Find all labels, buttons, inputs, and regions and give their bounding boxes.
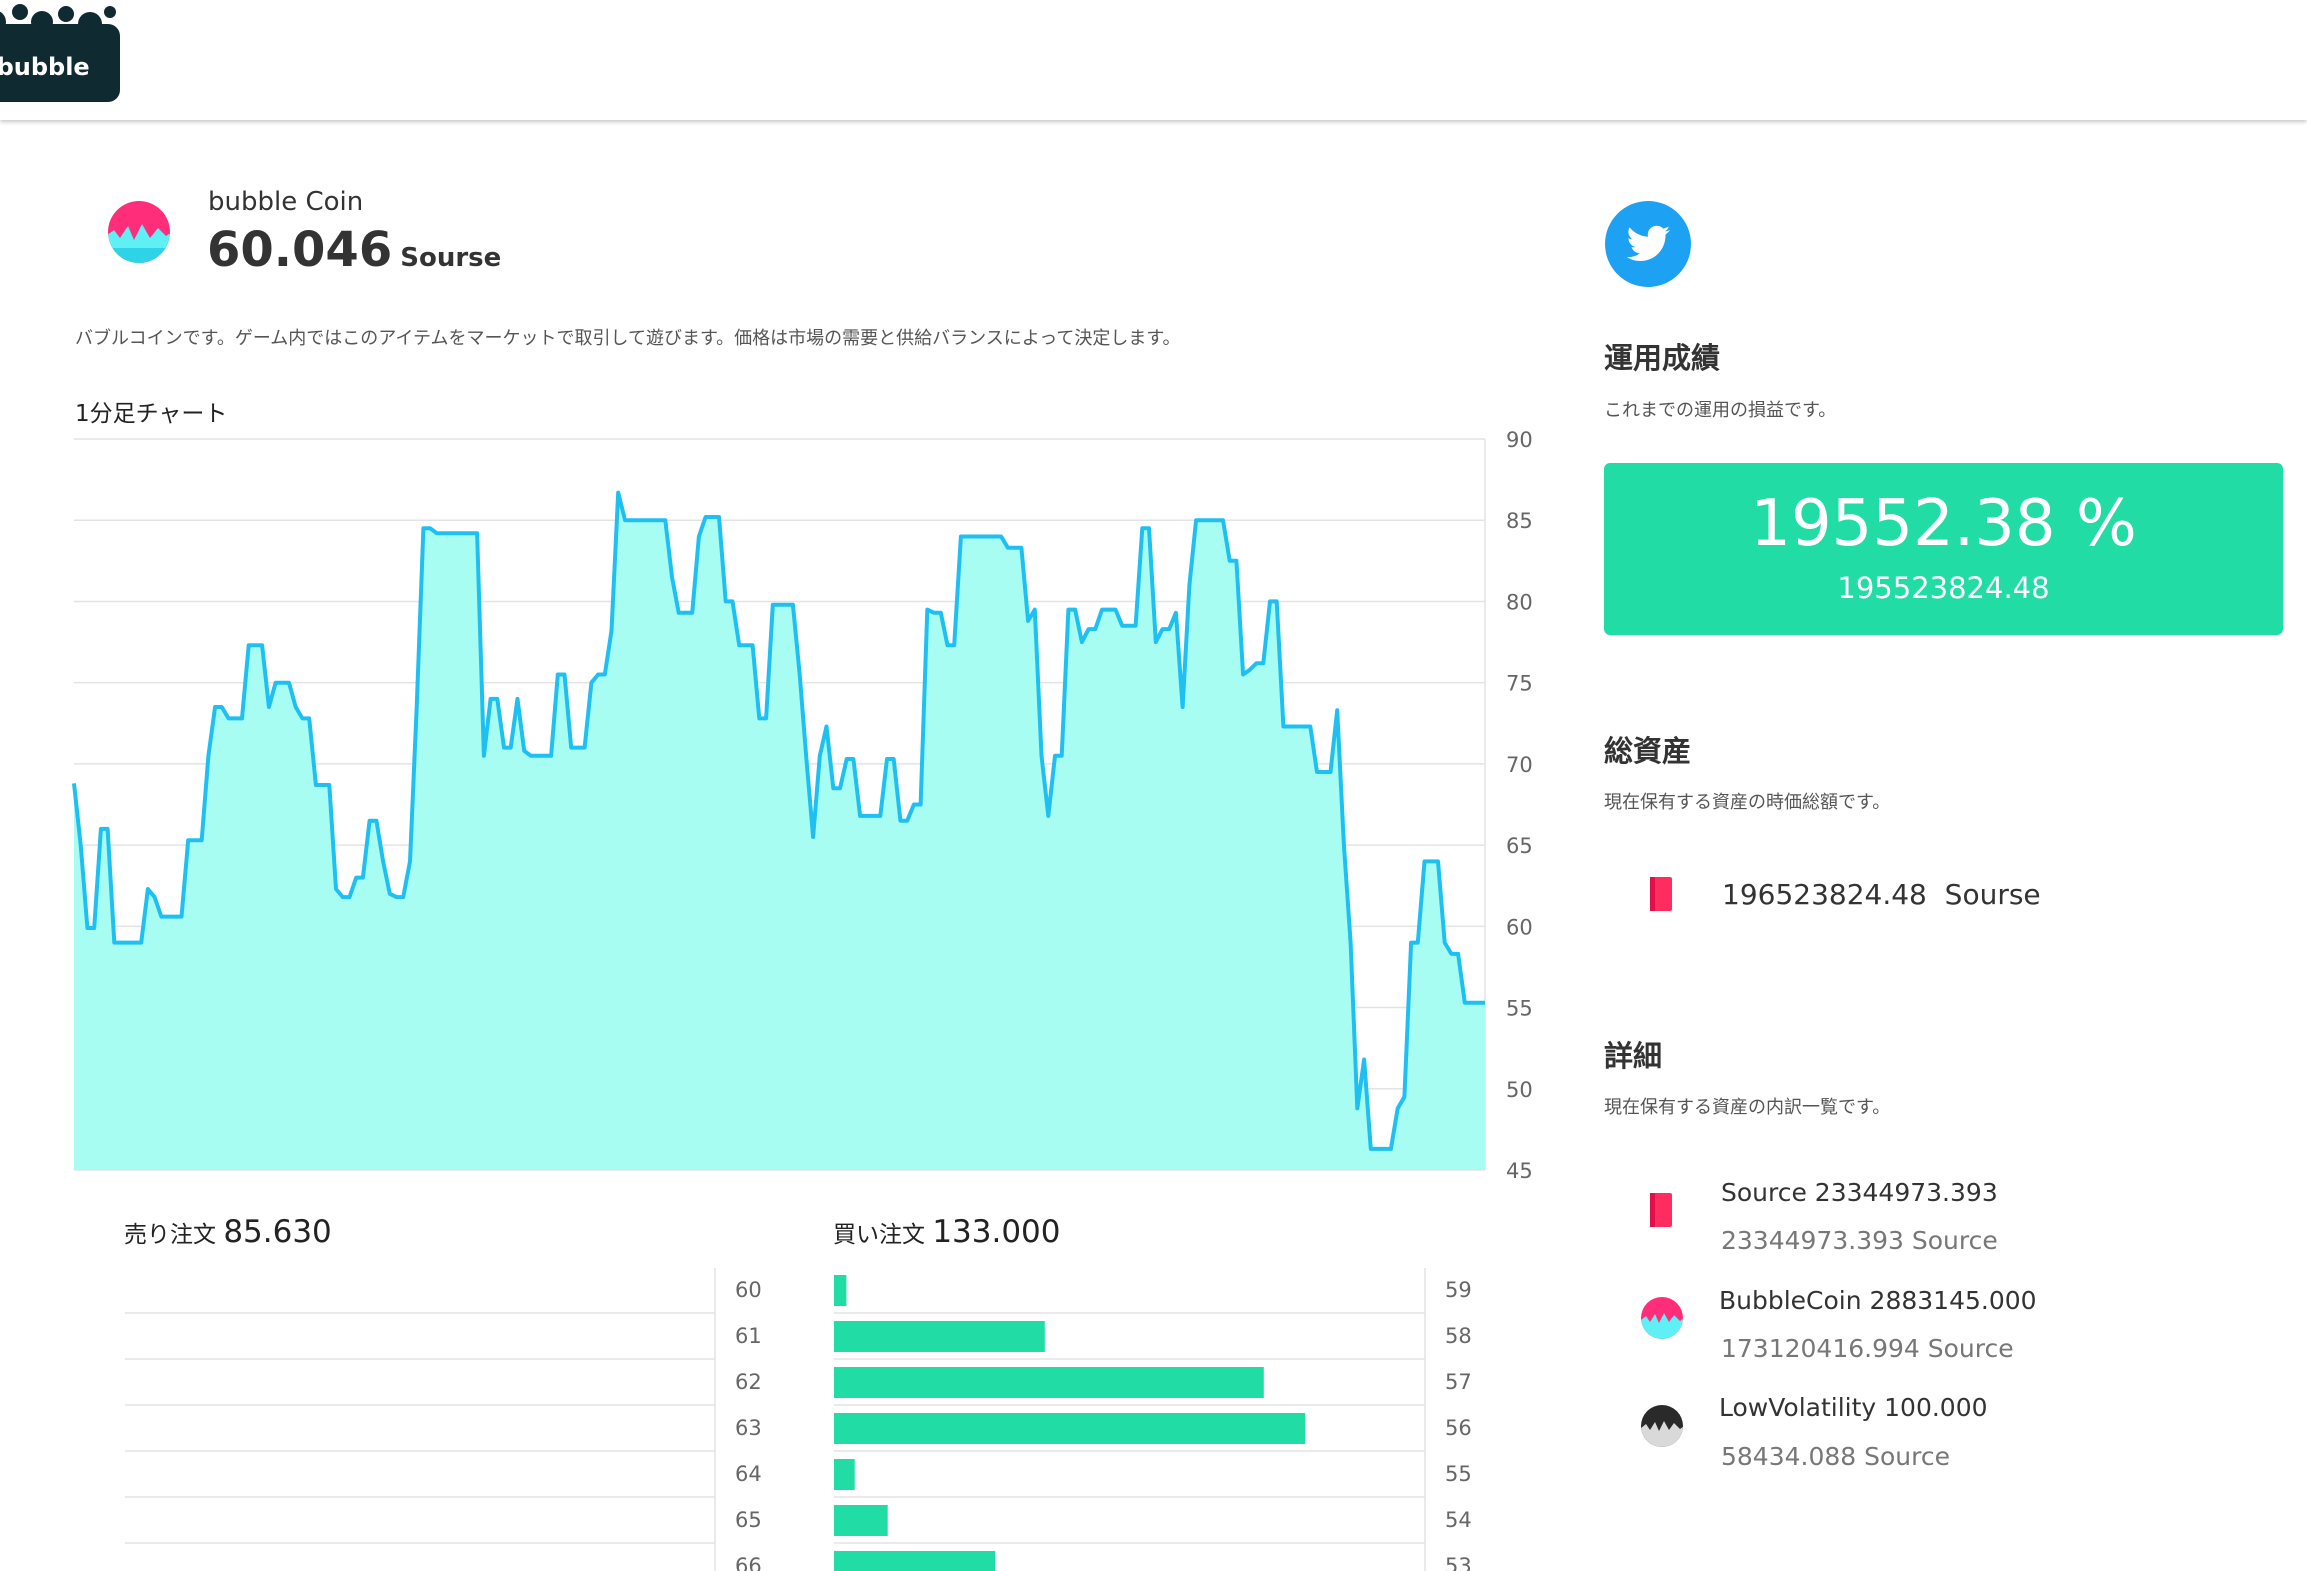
bubblecoin-icon — [1640, 1294, 1684, 1346]
y-tick-label: 70 — [1506, 753, 1533, 777]
performance-value: 195523824.48 — [1837, 571, 2050, 605]
sell-orders-total: 85.630 — [223, 1214, 332, 1250]
y-tick-label: 60 — [1506, 915, 1533, 939]
detail-item-value: 58434.088 Source — [1721, 1442, 1951, 1471]
y-tick-label: 45 — [1506, 1159, 1533, 1183]
total-assets-unit: Sourse — [1944, 878, 2041, 911]
sell-price-label: 66 — [735, 1554, 762, 1571]
sell-price-label: 64 — [735, 1462, 762, 1486]
performance-card: 19552.38 % 195523824.48 — [1604, 463, 2283, 635]
buy-price-label: 58 — [1445, 1324, 1472, 1348]
sell-price-label: 60 — [735, 1278, 762, 1302]
buy-price-label: 56 — [1445, 1416, 1472, 1440]
performance-percent: 19552.38 % — [1750, 487, 2137, 561]
bubble-coin-icon — [106, 196, 172, 270]
buy-order-bar — [834, 1367, 1264, 1398]
y-tick-label: 90 — [1506, 428, 1533, 452]
buy-order-bar — [834, 1321, 1045, 1352]
twitter-share-button[interactable] — [1604, 200, 1692, 292]
y-tick-label: 65 — [1506, 834, 1533, 858]
performance-title: 運用成績 — [1604, 341, 1721, 375]
twitter-bird-icon — [1605, 201, 1691, 287]
coin-description: バブルコインです。ゲーム内ではこのアイテムをマーケットで取引して遊びます。価格は… — [75, 328, 1181, 349]
buy-orders-label: 買い注文 — [833, 1222, 925, 1248]
sell-orders-title: 売り注文 85.630 — [124, 1214, 332, 1250]
detail-item-name: BubbleCoin 2883145.000 — [1719, 1286, 2037, 1315]
total-assets-subtitle: 現在保有する資産の時価総額です。 — [1604, 792, 1891, 813]
buy-order-bar — [834, 1275, 847, 1306]
sell-orders-label: 売り注文 — [124, 1222, 216, 1248]
buy-order-bar — [834, 1505, 888, 1536]
total-assets-amount: 196523824.48 Sourse — [1722, 878, 2041, 911]
detail-item-value: 23344973.393 Source — [1721, 1226, 1998, 1255]
buy-order-bar — [834, 1459, 855, 1490]
source-book-icon — [1648, 1192, 1674, 1232]
chart-y-axis-ticks: 90 85 80 75 70 65 60 55 50 45 — [1506, 428, 1533, 1183]
y-tick-label: 50 — [1506, 1078, 1533, 1102]
chart-area-fill — [74, 492, 1485, 1171]
sell-price-label: 61 — [735, 1324, 762, 1348]
buy-price-label: 53 — [1445, 1554, 1472, 1571]
buy-orders-title: 買い注文 133.000 — [833, 1214, 1061, 1250]
total-assets-title: 総資産 — [1604, 734, 1692, 768]
coin-name: bubble Coin — [208, 187, 364, 217]
y-tick-label: 75 — [1506, 672, 1533, 696]
coin-price: 60.046 Sourse — [207, 222, 501, 278]
detail-item-value: 173120416.994 Source — [1721, 1334, 2014, 1363]
y-tick-label: 80 — [1506, 590, 1533, 614]
y-tick-label: 85 — [1506, 509, 1533, 533]
coin-price-unit: Sourse — [400, 243, 502, 273]
logo-text: l bubble — [0, 53, 90, 81]
details-title: 詳細 — [1604, 1039, 1663, 1073]
order-book-chart: 60 61 62 63 64 65 66 59 58 57 56 55 54 53 — [125, 1268, 1472, 1571]
sell-price-label: 62 — [735, 1370, 762, 1394]
buy-price-label: 57 — [1445, 1370, 1472, 1394]
bubble-logo[interactable]: l bubble — [0, 0, 122, 106]
y-tick-label: 55 — [1506, 997, 1533, 1021]
details-subtitle: 現在保有する資産の内訳一覧です。 — [1604, 1097, 1891, 1118]
total-assets-value: 196523824.48 — [1722, 878, 1927, 911]
buy-orders-total: 133.000 — [932, 1214, 1061, 1250]
sell-price-label: 65 — [735, 1508, 762, 1532]
buy-price-label: 54 — [1445, 1508, 1472, 1532]
lowvolatility-icon — [1640, 1402, 1684, 1454]
buy-price-label: 55 — [1445, 1462, 1472, 1486]
buy-order-bar — [834, 1413, 1306, 1444]
sell-price-label: 63 — [735, 1416, 762, 1440]
detail-item-name: LowVolatility 100.000 — [1719, 1393, 1988, 1422]
performance-subtitle: これまでの運用の損益です。 — [1604, 400, 1837, 421]
source-book-icon — [1648, 876, 1674, 916]
top-navigation-bar: l bubble — [0, 0, 2307, 120]
buy-order-bar — [834, 1551, 996, 1571]
buy-price-label: 59 — [1445, 1278, 1472, 1302]
detail-item-name: Source 23344973.393 — [1721, 1178, 1998, 1207]
coin-price-value: 60.046 — [207, 222, 393, 278]
price-chart: 90 85 80 75 70 65 60 55 50 45 — [72, 428, 1533, 1183]
